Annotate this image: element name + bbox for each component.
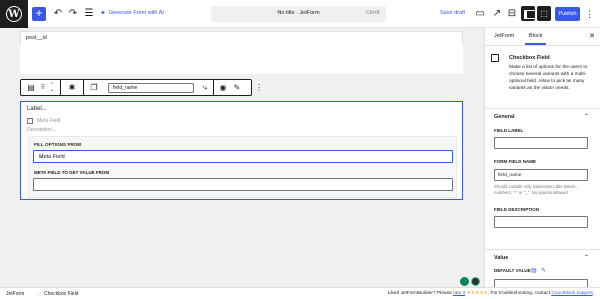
wrench-icon[interactable]: ✎ — [541, 267, 546, 274]
settings-sidebar: JetForm Block ✕ Checkbox Field Make a li… — [484, 28, 600, 287]
meta-field-input[interactable] — [33, 178, 453, 191]
copy-name-icon[interactable]: ❐ — [88, 83, 100, 93]
add-block-button[interactable]: + — [32, 7, 46, 21]
document-overview-icon[interactable]: ☰ — [83, 8, 95, 20]
field-name-value: field_name — [113, 85, 138, 91]
command-shortcut: Ctrl+K — [365, 10, 380, 16]
sparkle-icon: ✦ — [100, 10, 106, 17]
block-card-description: Make a list of options for the users to … — [509, 65, 588, 91]
meta-field-checkbox-label: Meta Field — [37, 118, 61, 124]
wordpress-logo-icon[interactable]: W — [0, 0, 28, 28]
checkbox-block-icon — [491, 54, 499, 62]
meta-field-checkbox[interactable] — [27, 118, 33, 124]
save-draft-button[interactable]: Save draft — [440, 10, 465, 16]
tab-block[interactable]: Block — [524, 33, 548, 45]
external-link-icon[interactable]: ↗ — [491, 8, 503, 20]
more-options-icon[interactable]: ⋮ — [585, 8, 594, 20]
jetform-icon[interactable]: ⬚ — [537, 6, 551, 21]
field-label-input[interactable] — [494, 137, 588, 149]
post-id-text: post__id — [26, 35, 47, 41]
meta-field-heading: META FIELD TO GET VALUE FROM — [34, 170, 110, 175]
value-panel-toggle[interactable]: Value ⌃ — [485, 249, 600, 263]
style-brush-icon[interactable]: ✎ — [231, 83, 243, 93]
field-description-input[interactable] — [494, 216, 588, 228]
block-card-title: Checkbox Field — [509, 55, 550, 61]
footer-note-end: . — [592, 291, 594, 296]
editor-canvas: post__id ▤ ⠿ ⌃ ⌄ ✱ ❐ field_name ⤷ ◉ ✎ ⋮ L… — [0, 28, 484, 287]
conditional-icon[interactable]: ⤷ — [199, 83, 211, 93]
crocoblock-support-link[interactable]: Crocoblock support — [551, 291, 592, 296]
field-name-help: Should contain only lowercase Latin lett… — [494, 184, 577, 195]
field-description-heading: FIELD DESCRIPTION — [494, 207, 540, 212]
value-heading: Value — [494, 255, 509, 261]
toolbar-divider — [60, 80, 61, 95]
field-description-placeholder[interactable]: Description... — [27, 127, 56, 133]
field-name-input[interactable]: field_name — [108, 83, 194, 93]
chevron-up-icon: ⌃ — [583, 255, 589, 261]
visibility-eye-icon[interactable]: ◉ — [217, 83, 229, 93]
general-heading: General — [494, 114, 515, 120]
default-value-input[interactable] — [494, 279, 588, 287]
close-icon[interactable]: ✕ — [589, 32, 595, 40]
editor-top-toolbar: W + ↶ ↷ ☰ ✦ Generate Form with AI No tit… — [0, 0, 600, 28]
default-value-heading: DEFAULT VALUE — [494, 268, 531, 273]
map-pin-icon[interactable] — [460, 277, 469, 286]
chevron-down-icon: ⌄ — [39, 154, 45, 160]
sidebar-tabs: JetForm Block ✕ — [485, 28, 600, 46]
checkbox-field-block[interactable]: Label... Meta Field Description... FILL … — [20, 101, 463, 200]
block-more-icon[interactable]: ⋮ — [255, 83, 263, 93]
breadcrumb-jetform[interactable]: JetForm — [6, 291, 24, 297]
field-label-placeholder[interactable]: Label... — [27, 106, 47, 112]
field-label-heading: FIELD LABEL — [494, 128, 524, 133]
tab-jetform[interactable]: JetForm — [494, 33, 514, 39]
generate-form-ai-button[interactable]: ✦ Generate Form with AI — [100, 9, 164, 17]
form-paper — [20, 45, 463, 74]
grammar-check-icon[interactable] — [471, 277, 480, 286]
options-source-panel: FILL OPTIONS FROM Meta Field ⌄ META FIEL… — [28, 136, 457, 198]
toolbar-divider — [83, 80, 84, 95]
toolbar-divider — [213, 80, 214, 95]
database-icon[interactable]: ▤ — [531, 267, 537, 274]
breadcrumb-checkbox-field[interactable]: Checkbox Field — [44, 291, 78, 297]
breadcrumb-separator: → — [35, 291, 40, 297]
redo-icon[interactable]: ↷ — [67, 8, 79, 20]
move-up-down-icon[interactable]: ⌃ ⌄ — [48, 83, 56, 93]
rate-it-link[interactable]: rate it — [453, 291, 465, 296]
generate-form-label: Generate Form with AI — [108, 10, 164, 16]
footer-note-mid: . For troubleshooting, contact — [487, 291, 552, 296]
post-id-block[interactable]: post__id — [20, 31, 463, 45]
form-field-name-input[interactable]: field_name — [494, 169, 588, 181]
fill-options-heading: FILL OPTIONS FROM — [34, 142, 82, 147]
form-field-name-heading: FORM FIELD NAME — [494, 159, 536, 164]
form-field-name-value: field_name — [498, 173, 522, 178]
rating-stars[interactable]: ★★★★★ — [466, 291, 488, 296]
footer-rating-note: Liked JetFormBuilder? Please rate it ★★★… — [388, 291, 594, 296]
toggle-sidebar-icon[interactable] — [521, 6, 536, 21]
document-title: No title · JetForm — [277, 10, 320, 16]
asterisk-required-icon[interactable]: ✱ — [66, 83, 78, 93]
general-panel-toggle[interactable]: General ⌃ — [485, 108, 600, 122]
publish-button[interactable]: Publish — [555, 7, 580, 21]
drag-handle-icon[interactable]: ⠿ — [40, 83, 46, 93]
block-type-icon[interactable]: ▤ — [24, 83, 38, 93]
preview-icon[interactable]: ▭ — [474, 8, 486, 20]
editor-footer: JetForm → Checkbox Field Liked JetFormBu… — [0, 287, 600, 299]
document-title-bar[interactable]: No title · JetForm Ctrl+K — [211, 6, 386, 22]
undo-icon[interactable]: ↶ — [52, 8, 64, 20]
footer-note-prefix: Liked JetFormBuilder? Please — [387, 291, 453, 296]
fill-options-select[interactable]: Meta Field ⌄ — [33, 150, 453, 163]
chevron-up-icon: ⌃ — [583, 114, 589, 120]
settings-panel-icon[interactable]: ⊟ — [506, 8, 518, 20]
block-toolbar: ▤ ⠿ ⌃ ⌄ ✱ ❐ field_name ⤷ ◉ ✎ ⋮ — [20, 79, 263, 96]
